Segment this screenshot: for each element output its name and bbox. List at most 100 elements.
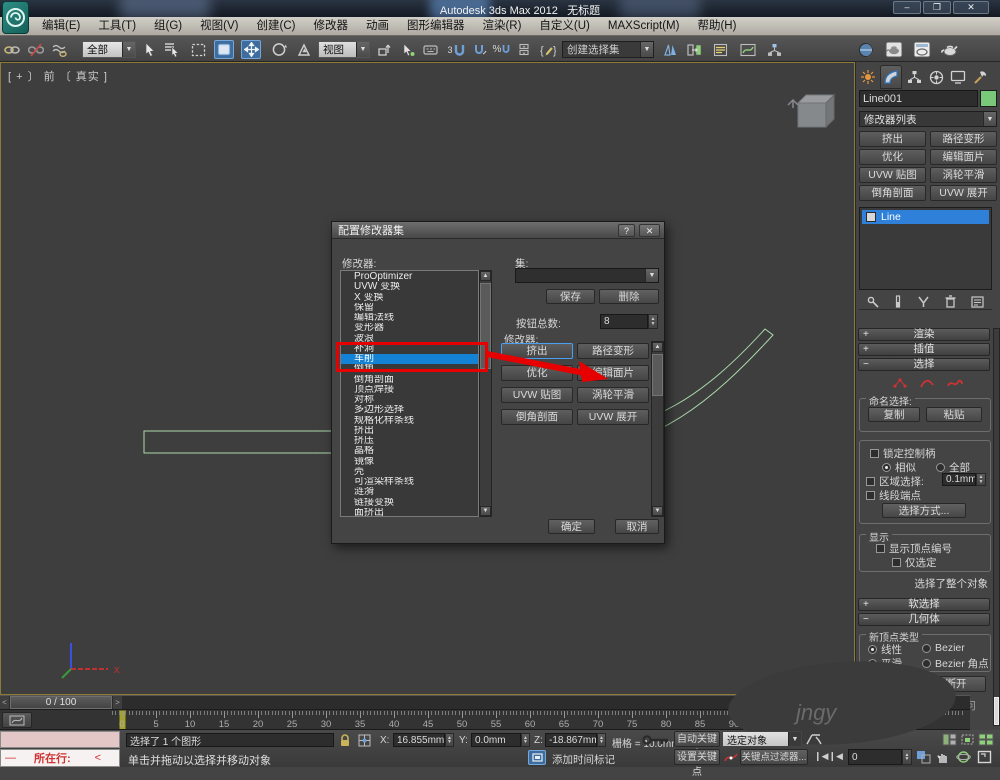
dialog-buttons-scrollbar-thumb[interactable] — [652, 354, 663, 396]
modifier-list-item[interactable]: 涟漪 — [341, 487, 478, 497]
segment-sub-object-icon[interactable] — [919, 377, 935, 389]
modifier-list-item[interactable]: 保留 — [341, 303, 478, 313]
reference-coordinate-dropdown[interactable]: 视图▼ — [318, 41, 370, 58]
linear-radio[interactable] — [868, 645, 877, 654]
selection-lock-icon[interactable] — [339, 734, 351, 747]
go-to-start-icon[interactable]: ❙◀❙◀ — [814, 751, 843, 762]
modifier-list-item[interactable]: ProOptimizer — [341, 272, 478, 282]
panel-modifier-button[interactable]: 路径变形 — [930, 131, 997, 147]
dialog-buttons-scrollbar[interactable]: ▲ ▼ — [651, 341, 664, 517]
key-mode-toggle-icon[interactable] — [916, 750, 931, 764]
select-by-button[interactable]: 选择方式... — [882, 503, 966, 518]
menu-item[interactable]: 组(G) — [145, 17, 191, 35]
time-slider-prev[interactable]: < — [0, 696, 9, 709]
zoom-extents-icon[interactable] — [960, 733, 975, 746]
dialog-list-scrollbar[interactable]: ▲ ▼ — [479, 270, 492, 517]
pin-stack-icon[interactable] — [867, 296, 879, 308]
select-object-icon[interactable] — [140, 40, 160, 59]
tab-hierarchy[interactable] — [904, 67, 924, 87]
viewport-layout-icon[interactable] — [942, 733, 957, 746]
spinner-snap-toggle-icon[interactable] — [514, 40, 534, 59]
modifier-list-item[interactable]: UVW 变换 — [341, 282, 478, 292]
menu-item[interactable]: 帮助(H) — [688, 17, 745, 35]
menu-item[interactable]: 图形编辑器 — [398, 17, 474, 35]
copy-button[interactable]: 复制 — [868, 407, 920, 422]
y-coord-field[interactable]: 0.0mm — [471, 733, 521, 747]
dialog-close-button[interactable]: ✕ — [639, 224, 660, 237]
tab-display[interactable] — [948, 67, 968, 87]
remove-modifier-icon[interactable] — [945, 295, 956, 308]
menu-item[interactable]: 编辑(E) — [33, 17, 89, 35]
application-button[interactable] — [2, 1, 29, 34]
panel-modifier-button[interactable]: 涡轮平滑 — [930, 167, 997, 183]
modifier-list-item[interactable]: 挤出 — [341, 426, 478, 436]
rollout-selection[interactable]: −选择 — [858, 358, 990, 371]
menu-item[interactable]: 工具(T) — [89, 17, 145, 35]
menu-item[interactable]: 视图(V) — [191, 17, 247, 35]
pan-view-icon[interactable] — [936, 750, 950, 764]
rollout-interpolation[interactable]: +插值 — [858, 343, 990, 356]
rectangular-selection-region-icon[interactable] — [188, 40, 208, 59]
rollout-soft-selection[interactable]: +软选择 — [858, 598, 990, 611]
modifier-list-item[interactable]: 可渲染样条线 — [341, 477, 478, 487]
ok-button[interactable]: 确定 — [548, 519, 595, 534]
modifier-list-dropdown[interactable]: 修改器列表▼ — [859, 111, 997, 127]
total-buttons-field[interactable]: 8 — [600, 314, 648, 329]
menu-item[interactable]: MAXScript(M) — [599, 17, 689, 35]
bind-to-space-warp-icon[interactable] — [50, 40, 70, 59]
set-key-button[interactable]: 设置关键点 — [674, 749, 720, 765]
show-vertex-numbers-checkbox[interactable] — [876, 544, 885, 553]
render-setup-icon[interactable] — [884, 40, 904, 59]
selection-filter-dropdown[interactable]: 全部▼ — [82, 41, 136, 58]
panel-modifier-button[interactable]: UVW 贴图 — [859, 167, 926, 183]
panel-modifier-button[interactable]: 编辑面片 — [930, 149, 997, 165]
minimize-button[interactable]: – — [893, 1, 921, 14]
modifier-list-item[interactable]: 变形器 — [341, 323, 478, 333]
orbit-view-icon[interactable] — [956, 750, 971, 764]
dialog-sets-dropdown[interactable]: ▼ — [515, 268, 659, 283]
z-coord-spinner[interactable]: ▲▼ — [597, 733, 606, 747]
select-and-link-icon[interactable] — [2, 40, 22, 59]
modifier-list-item[interactable]: 链接变换 — [341, 498, 478, 508]
x-coord-spinner[interactable]: ▲▼ — [445, 733, 454, 747]
new-key-curve-icon[interactable] — [724, 751, 738, 763]
window-crossing-toggle[interactable] — [214, 40, 234, 59]
angle-snap-toggle-icon[interactable] — [470, 40, 490, 59]
spline-sub-object-icon[interactable] — [946, 377, 964, 389]
time-slider-handle[interactable]: 0 / 100 — [10, 696, 112, 709]
bezier-corner-radio[interactable] — [922, 659, 931, 668]
material-editor-icon[interactable] — [856, 40, 876, 59]
rollout-geometry[interactable]: −几何体 — [858, 613, 990, 626]
modifier-stack-entry[interactable]: Line — [862, 210, 989, 224]
maxscript-listener-white[interactable]: — 所在行: < — [0, 749, 120, 767]
object-color-swatch[interactable] — [980, 90, 997, 107]
panel-modifier-button[interactable]: 挤出 — [859, 131, 926, 147]
edit-named-selection-sets-icon[interactable]: {} — [538, 40, 558, 59]
modifier-list-item[interactable]: 面挤出 — [341, 508, 478, 517]
rendered-frame-window-icon[interactable] — [912, 40, 932, 59]
add-time-tag[interactable]: 添加时间标记 — [552, 752, 615, 767]
alike-radio[interactable] — [882, 463, 891, 472]
unlink-selection-icon[interactable] — [26, 40, 46, 59]
zoom-extents-all-icon[interactable] — [978, 733, 994, 746]
scroll-down-arrow[interactable]: ▼ — [652, 506, 663, 516]
key-filters-button[interactable]: 关键点过滤器... — [740, 749, 808, 765]
keyboard-shortcut-override-icon[interactable] — [420, 40, 440, 59]
menu-item[interactable]: 自定义(U) — [530, 17, 598, 35]
select-and-manipulate-icon[interactable] — [398, 40, 418, 59]
tab-modify[interactable] — [880, 65, 902, 89]
select-and-scale-icon[interactable] — [294, 40, 314, 59]
modifier-list-item[interactable]: 对称 — [341, 395, 478, 405]
tab-create[interactable] — [858, 67, 878, 87]
mirror-icon[interactable] — [660, 40, 680, 59]
open-mini-curve-editor-button[interactable] — [2, 712, 32, 728]
make-unique-icon[interactable] — [917, 296, 930, 308]
modifier-list-item[interactable]: 编辑法线 — [341, 313, 478, 323]
dialog-modifier-button[interactable]: UVW 展开 — [577, 409, 649, 425]
default-tangent-icon[interactable] — [806, 733, 822, 746]
x-coord-field[interactable]: 16.855mm — [393, 733, 445, 747]
rollout-rendering[interactable]: +渲染 — [858, 328, 990, 341]
all-radio[interactable] — [936, 463, 945, 472]
isolate-toggle-icon[interactable] — [528, 750, 546, 765]
panel-scrollbar[interactable] — [993, 328, 1000, 726]
